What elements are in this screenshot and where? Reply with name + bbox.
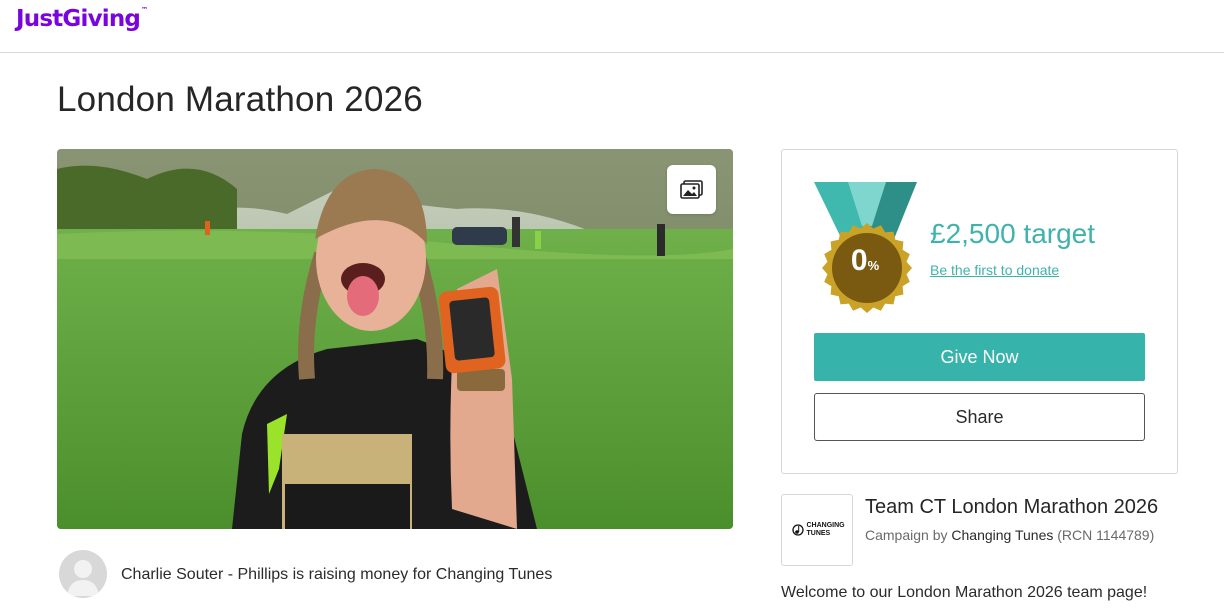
music-note-icon xyxy=(791,524,804,536)
default-avatar-icon xyxy=(67,560,99,596)
donation-card: 0% £2,500 target Be the first to donate … xyxy=(781,149,1178,474)
charity-logo[interactable]: CHANGING TUNES xyxy=(781,494,853,566)
first-donate-link[interactable]: Be the first to donate xyxy=(930,262,1059,278)
campaign-by-label: Campaign by xyxy=(865,527,948,543)
share-button[interactable]: Share xyxy=(814,393,1145,441)
welcome-text: Welcome to our London Marathon 2026 team… xyxy=(781,584,1148,601)
image-gallery-icon xyxy=(679,179,703,199)
progress-percentage: 0% xyxy=(820,244,910,278)
progress-percent-value: 0 xyxy=(850,244,868,277)
avatar[interactable] xyxy=(59,550,107,598)
team-name[interactable]: Team CT London Marathon 2026 xyxy=(865,496,1158,519)
progress-medal: 0% xyxy=(814,182,920,314)
page-title: London Marathon 2026 xyxy=(57,80,423,119)
hero-photo xyxy=(57,149,733,529)
target-amount: £2,500 target xyxy=(930,218,1096,249)
charity-rcn: (RCN 1144789) xyxy=(1057,527,1155,543)
team-campaign: CHANGING TUNES Team CT London Marathon 2… xyxy=(781,494,1211,566)
progress-percent-sign: % xyxy=(867,258,880,273)
hero-illustration xyxy=(57,149,733,529)
campaign-byline: Campaign by Changing Tunes (RCN 1144789) xyxy=(865,527,1154,543)
page-owner: Charlie Souter - Phillips is raising mon… xyxy=(59,550,739,600)
charity-logo-text: CHANGING TUNES xyxy=(806,522,845,537)
give-now-button[interactable]: Give Now xyxy=(814,333,1145,381)
logo-text: JustGiving xyxy=(16,6,141,32)
gallery-button[interactable] xyxy=(667,165,716,214)
logo-trademark: ™ xyxy=(141,6,149,14)
site-header: JustGiving™ xyxy=(0,0,1224,53)
justgiving-logo[interactable]: JustGiving™ xyxy=(16,6,148,32)
charity-name[interactable]: Changing Tunes xyxy=(951,527,1053,543)
owner-caption: Charlie Souter - Phillips is raising mon… xyxy=(121,566,553,583)
